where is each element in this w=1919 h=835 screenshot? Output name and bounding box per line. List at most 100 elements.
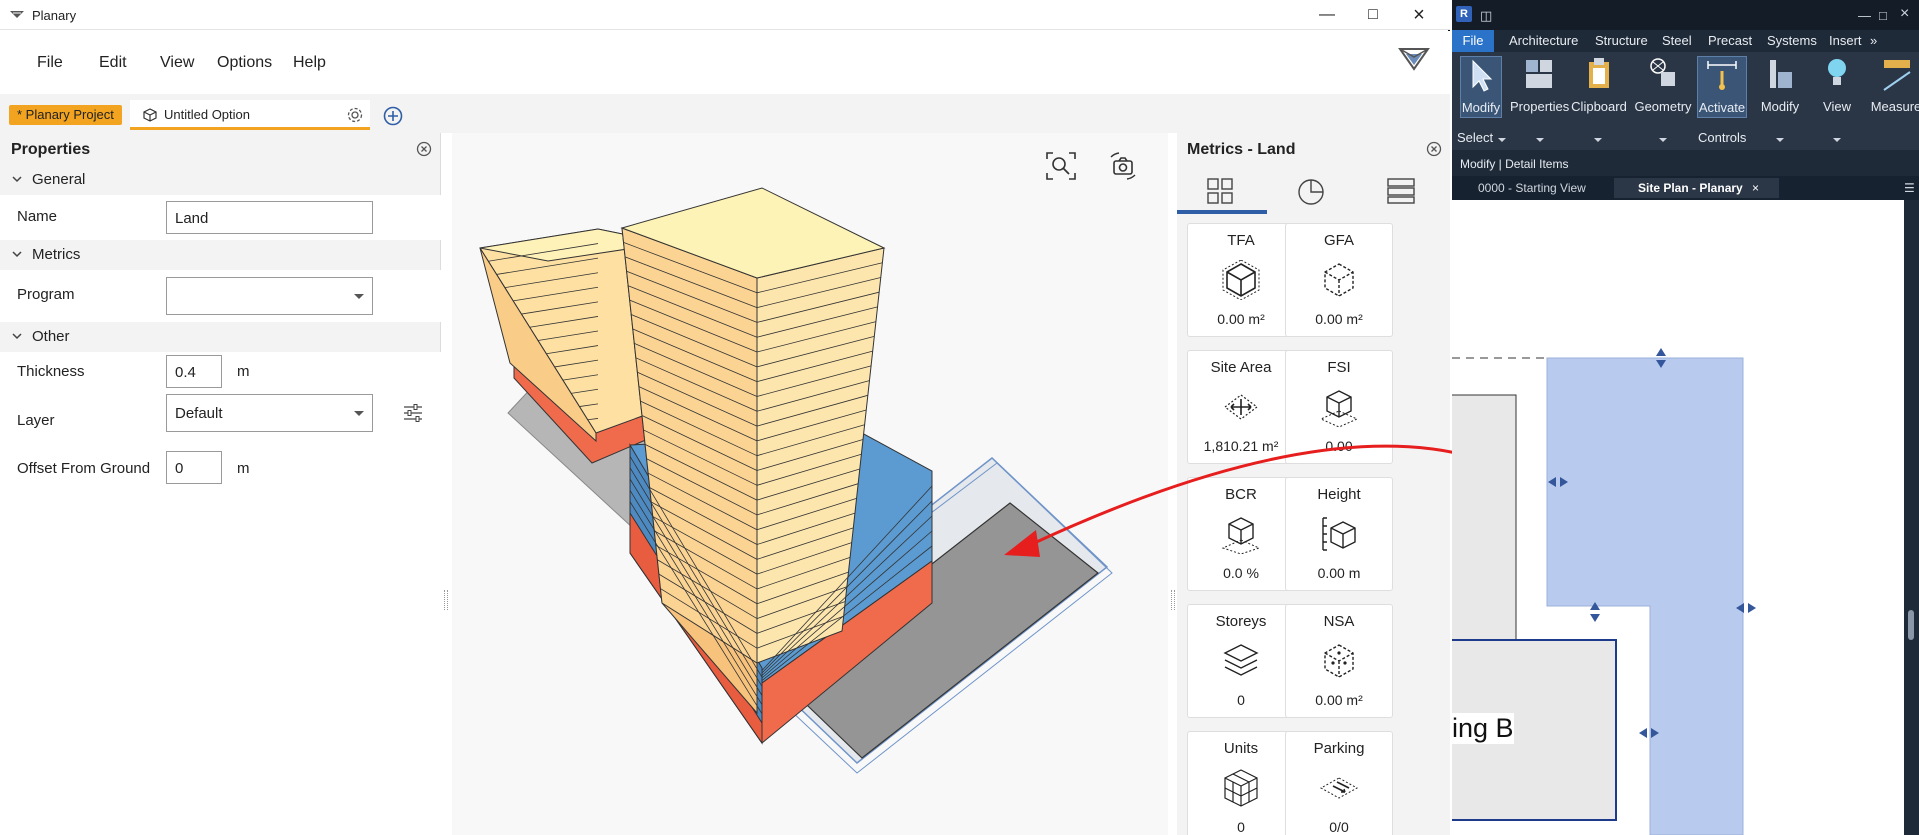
revit-ribbon: Modify Properties Clipboard Geometry Act… xyxy=(1452,52,1919,150)
section-metrics[interactable]: Metrics xyxy=(0,240,441,270)
grid-icon xyxy=(1207,178,1233,204)
metrics-close-icon[interactable] xyxy=(1426,141,1442,157)
chevron-down-icon xyxy=(12,251,22,258)
modify-dropdown-icon[interactable] xyxy=(1776,138,1784,142)
view-dropdown-icon[interactable] xyxy=(1833,138,1841,142)
menu-options[interactable]: Options xyxy=(217,54,272,72)
tab-option-label: Untitled Option xyxy=(164,107,250,122)
left-panel-splitter[interactable] xyxy=(444,590,448,610)
ribbon-clipboard-button[interactable]: Clipboard xyxy=(1570,56,1628,114)
menu-help[interactable]: Help xyxy=(293,54,326,72)
minimize-button[interactable]: — xyxy=(1304,0,1350,30)
quick-access-icon[interactable]: ◫ xyxy=(1480,8,1492,24)
dropdown-caret-icon xyxy=(354,294,364,299)
ribbon-modify-button[interactable]: Modify xyxy=(1460,56,1502,118)
measure-ruler-icon xyxy=(1883,60,1911,91)
metric-card-value: 1,810.21 m² xyxy=(1203,438,1279,454)
metric-card-title: Height xyxy=(1317,486,1361,503)
tab-list-dropdown-icon[interactable]: ☰ xyxy=(1904,178,1915,198)
metric-card-tfa[interactable]: TFA 0.00 m² xyxy=(1187,223,1295,337)
ribbon-activate-button[interactable]: Activate xyxy=(1697,56,1747,118)
revit-menu-insert[interactable]: Insert xyxy=(1829,33,1862,48)
menu-edit[interactable]: Edit xyxy=(99,54,127,72)
building-model-3d[interactable] xyxy=(452,133,1168,835)
ribbon-properties-label: Properties xyxy=(1510,99,1570,114)
scrollbar-thumb[interactable] xyxy=(1908,610,1914,640)
revit-menu-structure[interactable]: Structure xyxy=(1595,33,1648,48)
revit-menu-file[interactable]: File xyxy=(1452,30,1494,52)
revit-maximize-button[interactable]: □ xyxy=(1879,8,1887,23)
tab-planary-project[interactable]: * Planary Project xyxy=(9,105,122,125)
properties-icon xyxy=(1526,60,1552,88)
properties-panel: Properties General Name Land Metrics Pro… xyxy=(0,133,441,835)
tab-untitled-option[interactable]: Untitled Option xyxy=(130,100,370,130)
close-window-button[interactable]: × xyxy=(1396,0,1442,30)
maximize-button[interactable]: □ xyxy=(1350,0,1396,30)
ribbon-view-button[interactable]: View xyxy=(1816,56,1858,114)
menu-bar: File Edit View Options Help xyxy=(0,31,1450,94)
program-select[interactable] xyxy=(166,277,373,315)
revit-view-tabs: 0000 - Starting View Site Plan - Planary… xyxy=(1452,176,1919,200)
revit-ribbon-tabs: File Architecture Structure Steel Precas… xyxy=(1452,30,1919,52)
clipboard-icon xyxy=(1589,58,1609,88)
ribbon-geometry-button[interactable]: Geometry xyxy=(1632,56,1694,114)
revit-menu-steel[interactable]: Steel xyxy=(1662,33,1692,48)
tab-grid-view[interactable] xyxy=(1177,169,1267,213)
metrics-panel: Metrics - Land TFA 0.00 m² GFA 0.00 m² S… xyxy=(1177,133,1450,835)
metric-card-title: GFA xyxy=(1323,232,1354,249)
layer-settings-sliders-icon[interactable] xyxy=(403,404,423,422)
title-bar: Planary — □ × xyxy=(0,0,1450,30)
properties-dropdown-icon[interactable] xyxy=(1536,138,1544,142)
other-rows: Thickness 0.4 m Layer Default Offset Fro… xyxy=(0,352,441,502)
layer-select[interactable]: Default xyxy=(166,394,373,432)
revit-close-button[interactable]: × xyxy=(1900,5,1909,23)
ribbon-properties-button[interactable]: Properties xyxy=(1510,56,1570,114)
metric-card-units[interactable]: Units 0 xyxy=(1187,731,1295,835)
tab-list-view[interactable] xyxy=(1357,169,1447,213)
revit-minimize-button[interactable]: — xyxy=(1858,8,1871,23)
metric-card-site-area[interactable]: Site Area 1,810.21 m² xyxy=(1187,350,1295,464)
ribbon-measure-button[interactable]: Measure xyxy=(1870,56,1919,114)
name-input[interactable]: Land xyxy=(166,201,373,234)
menu-file[interactable]: File xyxy=(37,54,63,72)
ribbon-view-label: View xyxy=(1823,99,1851,114)
right-panel-splitter[interactable] xyxy=(1171,590,1175,610)
thickness-label: Thickness xyxy=(17,363,85,380)
revit-menu-precast[interactable]: Precast xyxy=(1708,33,1752,48)
select-dropdown-icon[interactable] xyxy=(1498,138,1506,142)
ribbon-group-select[interactable]: Select xyxy=(1457,130,1493,145)
add-option-plus-icon[interactable] xyxy=(383,106,403,126)
vertical-scrollbar[interactable] xyxy=(1904,200,1919,835)
metric-card-fsi[interactable]: FSI 0.00 xyxy=(1285,350,1393,464)
section-general[interactable]: General xyxy=(0,165,441,195)
metric-card-height[interactable]: Height 0.00 m xyxy=(1285,477,1393,591)
tab-pie-chart[interactable] xyxy=(1267,169,1357,213)
offset-unit: m xyxy=(237,460,250,477)
menu-view[interactable]: View xyxy=(160,54,194,72)
option-settings-gear-icon[interactable] xyxy=(346,106,364,124)
parking-icon xyxy=(1319,777,1359,799)
revit-menu-architecture[interactable]: Architecture xyxy=(1509,33,1578,48)
metric-card-value: 0.0 % xyxy=(1223,565,1259,581)
revit-menu-systems[interactable]: Systems xyxy=(1767,33,1817,48)
close-tab-icon[interactable]: × xyxy=(1752,178,1759,198)
metric-card-gfa[interactable]: GFA 0.00 m² xyxy=(1285,223,1393,337)
revit-drawing-canvas[interactable]: ing B xyxy=(1449,200,1904,835)
properties-close-icon[interactable] xyxy=(416,141,432,157)
metric-card-storeys[interactable]: Storeys 0 xyxy=(1187,604,1295,718)
offset-input[interactable]: 0 xyxy=(166,451,222,484)
3d-viewport[interactable] xyxy=(452,133,1168,835)
more-tabs-icon[interactable]: » xyxy=(1870,33,1877,48)
metric-card-nsa[interactable]: NSA 0.00 m² xyxy=(1285,604,1393,718)
view-tab-starting-view[interactable]: 0000 - Starting View xyxy=(1458,178,1610,198)
ribbon-modify2-button[interactable]: Modify xyxy=(1757,56,1803,114)
revit-logo[interactable]: R xyxy=(1456,6,1472,22)
metric-card-parking[interactable]: Parking 0/0 xyxy=(1285,731,1393,835)
site-plan-drawing[interactable] xyxy=(1449,200,1904,835)
thickness-input[interactable]: 0.4 xyxy=(166,355,222,388)
section-other[interactable]: Other xyxy=(0,322,441,352)
clipboard-dropdown-icon[interactable] xyxy=(1594,138,1602,142)
metric-card-bcr[interactable]: BCR 0.0 % xyxy=(1187,477,1295,591)
geometry-dropdown-icon[interactable] xyxy=(1659,138,1667,142)
building-label: ing B xyxy=(1452,713,1514,744)
